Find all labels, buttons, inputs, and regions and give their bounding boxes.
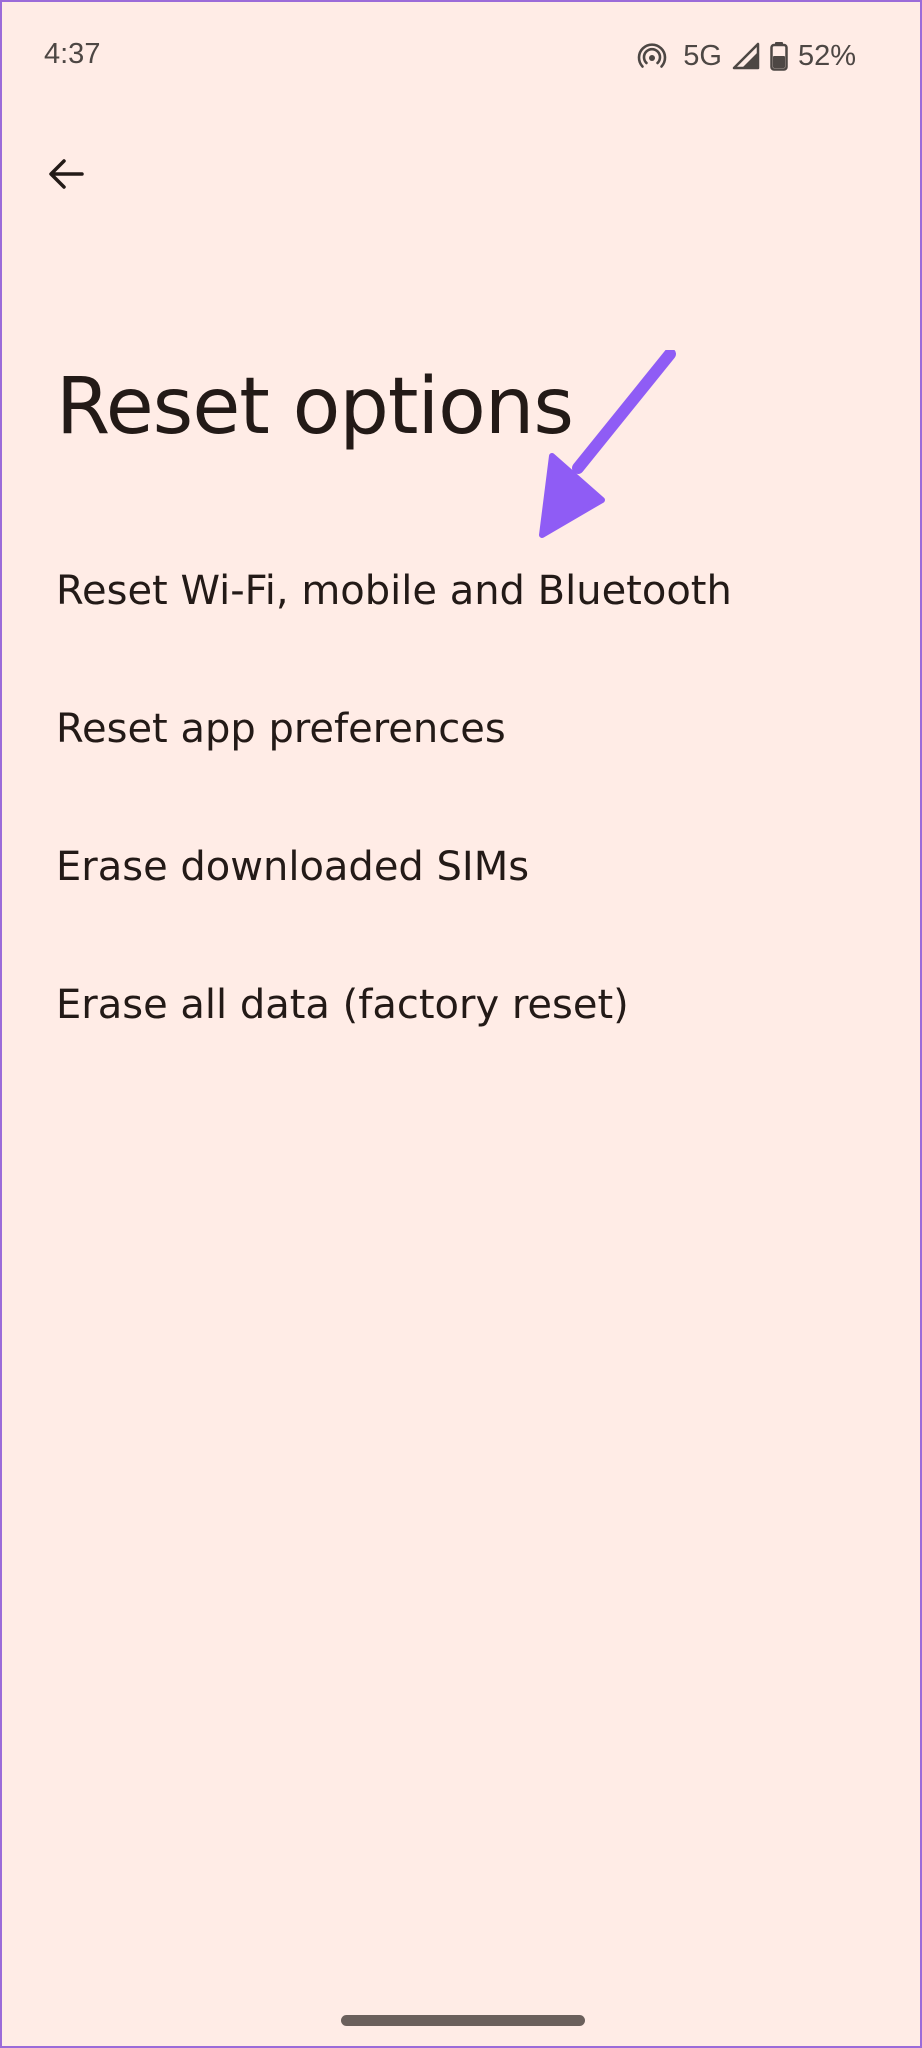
option-label: Erase downloaded SIMs (56, 844, 530, 890)
option-reset-app-preferences[interactable]: Reset app preferences (2, 660, 920, 798)
status-time: 4:37 (44, 38, 101, 70)
gesture-nav-handle[interactable] (341, 2015, 585, 2026)
hotspot-icon (637, 41, 667, 71)
network-type: 5G (683, 39, 722, 72)
status-bar: 4:37 5G 52% (2, 2, 920, 114)
option-erase-sims[interactable]: Erase downloaded SIMs (2, 798, 920, 936)
battery-percent: 52% (797, 39, 856, 72)
option-label: Reset Wi-Fi, mobile and Bluetooth (56, 568, 732, 614)
option-reset-network[interactable]: Reset Wi-Fi, mobile and Bluetooth (2, 522, 920, 660)
option-label: Erase all data (factory reset) (56, 982, 629, 1028)
arrow-left-icon (46, 154, 86, 198)
back-button[interactable] (38, 148, 94, 204)
option-factory-reset[interactable]: Erase all data (factory reset) (2, 936, 920, 1074)
option-label: Reset app preferences (56, 706, 506, 752)
status-icons: 5G 52% (637, 36, 856, 76)
page-title: Reset options (56, 362, 574, 452)
signal-icon (732, 42, 760, 70)
battery-icon (770, 41, 788, 71)
reset-options-list: Reset Wi-Fi, mobile and Bluetooth Reset … (2, 522, 920, 1074)
